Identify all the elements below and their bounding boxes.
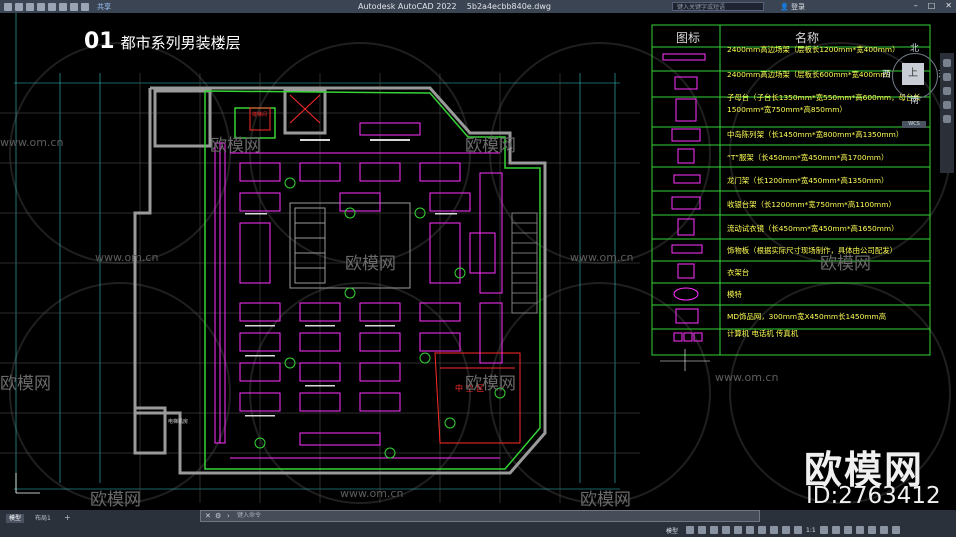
clean-screen-icon[interactable] <box>879 526 888 534</box>
viewcube-west[interactable]: 西 <box>882 67 891 80</box>
viewcube-north[interactable]: 北 <box>910 41 919 54</box>
minimize-icon[interactable]: – <box>914 1 918 10</box>
elevator-room-label: 电梯机房 <box>168 419 189 425</box>
print-icon[interactable] <box>59 2 67 11</box>
osnap-icon[interactable] <box>734 526 743 534</box>
legend-row: 模特 <box>727 290 742 299</box>
ortho-icon[interactable] <box>710 526 719 534</box>
save-icon[interactable] <box>37 2 45 11</box>
watermark-brand: 欧模网 <box>90 490 141 510</box>
hardware-acceleration-icon[interactable] <box>867 526 876 534</box>
right-stairs <box>511 212 538 314</box>
legend-row: “T”服架（长450mm*宽450mm*高1700mm） <box>727 153 889 162</box>
lineweight-icon[interactable] <box>758 526 767 534</box>
watermark-brand: 欧模网 <box>210 136 261 156</box>
drawing-title-text: 都市系列男装楼层 <box>120 34 241 52</box>
quick-access-toolbar <box>4 2 89 11</box>
wcs-menu[interactable]: WCS <box>902 121 926 128</box>
save-as-icon[interactable] <box>48 2 56 11</box>
watermark-url: www.om.cn <box>715 371 779 384</box>
status-bar: 模型 1:1 <box>666 523 956 537</box>
close-icon[interactable]: ✕ <box>205 512 211 520</box>
polar-icon[interactable] <box>722 526 731 534</box>
steering-wheel-icon[interactable] <box>943 59 951 67</box>
units-icon[interactable] <box>843 526 852 534</box>
share-button[interactable]: 共享 <box>97 2 111 12</box>
annotation-scale[interactable]: 1:1 <box>806 527 816 534</box>
legend-row: 流动试衣镜（长450mm*宽450mm*高1650mm） <box>727 224 899 233</box>
fixtures <box>214 122 503 459</box>
annotation-icon[interactable] <box>794 526 803 534</box>
title-bar: 共享 Autodesk AutoCAD 2022 5b2a4ecbb840e.d… <box>0 0 956 13</box>
watermark-id: ID:2763412 <box>806 483 941 509</box>
login-button[interactable]: 👤 登录 <box>780 2 805 12</box>
app-menu-icon[interactable] <box>4 2 12 11</box>
command-input[interactable]: 键入命令 <box>237 512 737 520</box>
window-controls: – □ ✕ <box>914 1 952 10</box>
legend-row: 龙门架（长1200mm*宽450mm*高1350mm） <box>727 176 889 185</box>
transparency-icon[interactable] <box>770 526 779 534</box>
drawing-canvas[interactable]: 01 都市系列男装楼层 中 空 区 楼梯间 电梯机房 图标 名称 2400mm高边… <box>0 13 956 510</box>
tab-layout1[interactable]: 布局1 <box>32 514 54 523</box>
legend-row: 2400mm高边场架（层板长1200mm*宽400mm） <box>727 45 900 54</box>
otrack-icon[interactable] <box>746 526 755 534</box>
maximize-icon[interactable]: □ <box>928 1 936 10</box>
snap-icon[interactable] <box>698 526 707 534</box>
viewcube-south[interactable]: 南 <box>910 93 919 106</box>
login-label: 登录 <box>790 3 805 11</box>
settings-icon[interactable]: ⚙ <box>215 512 221 520</box>
central-void <box>289 202 411 289</box>
watermark-brand: 欧模网 <box>0 374 51 394</box>
legend-row: 收银台架（长1200mm*宽750mm*高1100mm） <box>727 200 896 209</box>
model-space-toggle[interactable]: 模型 <box>666 526 678 535</box>
tab-model[interactable]: 模型 <box>6 514 25 523</box>
open-icon[interactable] <box>26 2 34 11</box>
drawing-number: 01 <box>84 29 115 54</box>
ucs-icon <box>15 473 40 494</box>
window-title: Autodesk AutoCAD 2022 5b2a4ecbb840e.dwg <box>358 2 551 11</box>
redo-icon[interactable] <box>81 2 89 11</box>
watermark-brand: 欧模网 <box>465 374 516 394</box>
legend-row: 2400mm高边场架（层板长600mm*宽400mm） <box>727 70 895 79</box>
drawing-title: 01 都市系列男装楼层 <box>84 29 241 54</box>
command-line[interactable]: ✕ ⚙ › 键入命令 <box>200 510 760 522</box>
legend-row: MD饰品网，300mm宽X450mm长1450mm高 <box>727 312 887 321</box>
grid-icon[interactable] <box>686 526 695 534</box>
undo-icon[interactable] <box>70 2 78 11</box>
legend-header-icon: 图标 <box>676 31 701 45</box>
navigation-bar <box>940 53 954 173</box>
user-icon: 👤 <box>780 3 789 11</box>
search-input[interactable]: 键入关键字或短语 <box>672 2 764 11</box>
legend-row: 饰物板（根据实际尺寸现场制作，具体由公司配发） <box>727 246 897 255</box>
legend-row: 计算机 电话机 传真机 <box>727 329 799 338</box>
zoom-icon[interactable] <box>943 87 951 95</box>
command-prompt-icon: › <box>227 512 230 520</box>
legend-row: 中岛陈列架（长1450mm*宽800mm*高1350mm） <box>727 130 904 139</box>
legend-row: 1500mm*宽750mm*高850mm） <box>727 105 847 114</box>
customize-menu-icon[interactable] <box>891 526 900 534</box>
watermark-brand: 欧模网 <box>345 254 396 274</box>
new-icon[interactable] <box>15 2 23 11</box>
watermark-brand: 欧模网 <box>580 490 631 510</box>
workspace-gear-icon[interactable] <box>819 526 828 534</box>
pan-icon[interactable] <box>943 73 951 81</box>
stair-label: 楼梯间 <box>252 112 268 118</box>
showmotion-icon[interactable] <box>943 115 951 123</box>
watermark-brand: 欧模网 <box>820 254 871 274</box>
watermark-url: www.om.cn <box>340 487 404 500</box>
isolate-objects-icon[interactable] <box>855 526 864 534</box>
watermark-brand: 欧模网 <box>465 136 516 156</box>
annotation-monitor-icon[interactable] <box>831 526 840 534</box>
watermark-url: www.om.cn <box>0 136 64 149</box>
file-name: 5b2a4ecbb840e.dwg <box>466 2 551 11</box>
selection-cycling-icon[interactable] <box>782 526 791 534</box>
watermark-url: www.om.cn <box>570 251 634 264</box>
legend-row: 衣架台 <box>727 268 750 277</box>
viewcube-top-face[interactable]: 上 <box>902 63 924 85</box>
app-name: Autodesk AutoCAD 2022 <box>358 2 457 11</box>
close-icon[interactable]: ✕ <box>945 1 952 10</box>
add-layout-icon[interactable]: + <box>64 513 71 522</box>
watermark-url: www.om.cn <box>95 251 159 264</box>
orbit-icon[interactable] <box>943 101 951 109</box>
